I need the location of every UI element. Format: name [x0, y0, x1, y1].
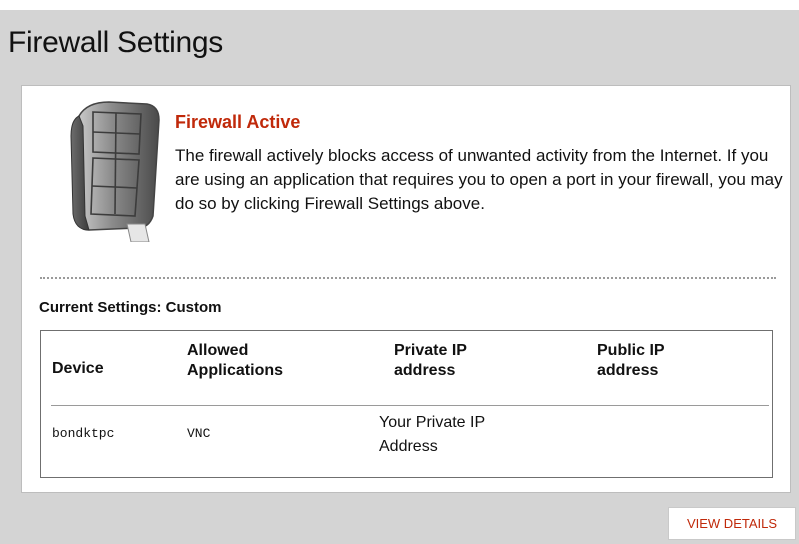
devices-table: Device Allowed Applications Private IP a… [40, 330, 773, 478]
header-public-line2: address [597, 362, 659, 379]
cell-application: VNC [187, 426, 211, 441]
header-divider [51, 405, 769, 406]
firewall-device-icon [70, 101, 160, 242]
cell-private-line2: Address [379, 438, 438, 455]
page-title: Firewall Settings [8, 26, 223, 59]
settings-frame: Firewall Settings Firewall Active The fi… [0, 10, 799, 544]
dotted-divider [40, 277, 776, 279]
header-allowed-line1: Allowed [187, 342, 249, 359]
header-allowed-line2: Applications [187, 362, 284, 379]
cell-device: bondktpc [52, 426, 115, 441]
header-public-ip: Public IP address [597, 341, 665, 381]
header-device: Device [52, 360, 104, 377]
header-private-line2: address [394, 362, 456, 379]
view-details-button[interactable]: VIEW DETAILS [668, 507, 796, 540]
header-private-ip: Private IP address [394, 341, 467, 381]
current-settings-label: Current Settings: Custom [39, 299, 222, 316]
status-description: The firewall actively blocks access of u… [175, 146, 783, 213]
header-private-line1: Private IP [394, 342, 467, 359]
header-public-line1: Public IP [597, 342, 665, 359]
cell-private-ip: Your Private IP Address [379, 411, 485, 459]
status-title: Firewall Active [175, 112, 301, 132]
cell-private-line1: Your Private IP [379, 414, 486, 431]
firewall-panel: Firewall Active The firewall actively bl… [21, 85, 791, 493]
header-allowed-applications: Allowed Applications [187, 341, 283, 381]
